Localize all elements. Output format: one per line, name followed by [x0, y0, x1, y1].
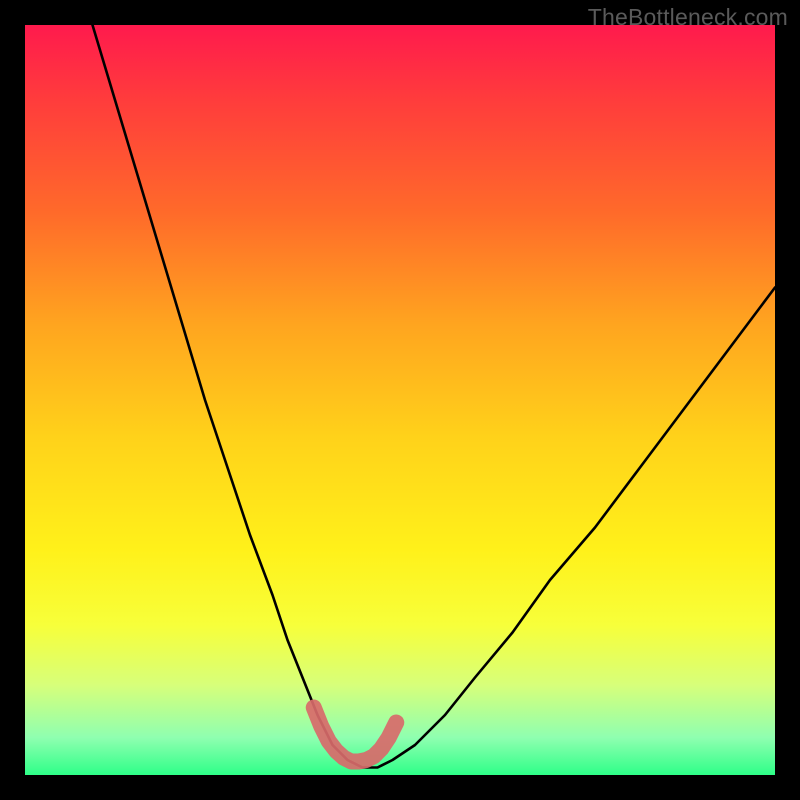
plot-area [25, 25, 775, 775]
bottleneck-curve [93, 25, 776, 768]
curve-svg [25, 25, 775, 775]
watermark-text: TheBottleneck.com [588, 4, 788, 31]
sweet-spot-overlay [314, 708, 397, 762]
chart-frame: TheBottleneck.com [0, 0, 800, 800]
